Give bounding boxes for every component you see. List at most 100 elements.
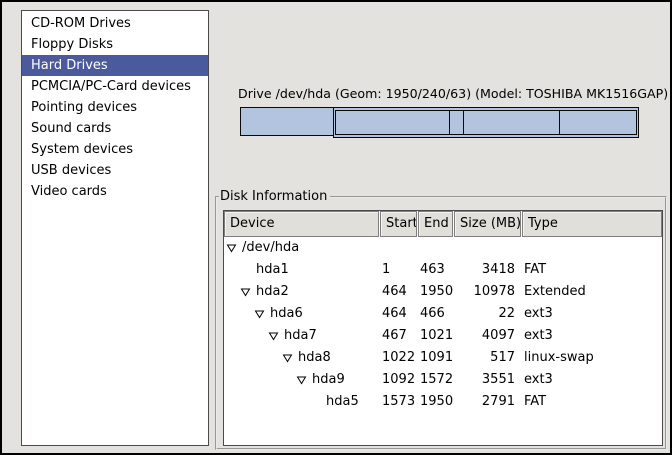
drive-info-label: Drive /dev/hda (Geom: 1950/240/63) (Mode… [238,86,642,101]
tree-indent [226,336,268,337]
end-cell: 1572 [418,369,453,391]
expander-open-icon[interactable] [226,243,242,253]
type-cell: ext3 [522,303,662,325]
device-cell: hda1 [224,259,379,281]
tree-indent [226,270,240,271]
size-cell: 4097 [454,325,521,347]
column-header-end[interactable]: End [418,211,453,237]
expander-open-icon[interactable] [282,353,298,363]
column-header-size[interactable]: Size (MB) [454,211,521,237]
sidebar-item-label: USB devices [31,163,111,178]
table-row-hda6[interactable]: hda6 464 466 22 ext3 [224,303,662,325]
device-cell-label: hda8 [298,347,331,369]
sidebar-item-floppy-disks[interactable]: Floppy Disks [22,34,208,55]
sidebar-item-label: System devices [31,142,133,157]
device-cell-label: hda5 [326,391,359,413]
sidebar-item-label: PCMCIA/PC-Card devices [31,79,191,94]
device-cell-label: hda9 [312,369,345,391]
column-header-start[interactable]: Start [380,211,417,237]
sidebar-item-label: Video cards [31,184,107,199]
type-cell: ext3 [522,325,662,347]
tree-indent [226,314,254,315]
start-cell: 1022 [380,347,417,369]
partition-bar [240,107,639,138]
partition-segment-hda1 [240,107,333,136]
groupbox-title: Disk Information [219,189,330,204]
sidebar-item-pointing-devices[interactable]: Pointing devices [22,97,208,118]
table-row-hda5[interactable]: hda5 1573 1950 2791 FAT [224,391,662,413]
sidebar-item-label: Hard Drives [31,58,108,73]
device-cell-label: hda1 [256,259,289,281]
size-cell [454,237,521,259]
sidebar-item-cd-rom-drives[interactable]: CD-ROM Drives [22,13,208,34]
table-row-hda9[interactable]: hda9 1092 1572 3551 ext3 [224,369,662,391]
type-cell [522,237,662,259]
column-header-type[interactable]: Type [522,211,662,237]
partition-segment-hda9 [464,110,560,135]
tree-indent [226,380,296,381]
sidebar-item-usb-devices[interactable]: USB devices [22,160,208,181]
sidebar-item-pcmcia-pc-card-devices[interactable]: PCMCIA/PC-Card devices [22,76,208,97]
start-cell: 1573 [380,391,417,413]
table-row-dev-hda[interactable]: /dev/hda [224,237,662,259]
table-row-hda2[interactable]: hda2 464 1950 10978 Extended [224,281,662,303]
end-cell: 463 [418,259,453,281]
expander-open-icon[interactable] [240,265,256,275]
start-cell: 464 [380,281,417,303]
partition-segment-hda2 [333,107,639,138]
end-cell: 1091 [418,347,453,369]
device-cell-label: /dev/hda [242,237,299,259]
device-cell: hda6 [224,303,379,325]
sidebar-item-label: CD-ROM Drives [31,16,131,31]
end-cell: 1021 [418,325,453,347]
expander-open-icon[interactable] [254,309,270,319]
type-cell: Extended [522,281,662,303]
device-cell: hda9 [224,369,379,391]
start-cell [380,237,417,259]
expander-open-icon[interactable] [296,375,312,385]
device-cell: hda8 [224,347,379,369]
table-row-hda1[interactable]: hda1 1 463 3418 FAT [224,259,662,281]
device-cell-label: hda2 [256,281,289,303]
sidebar-item-system-devices[interactable]: System devices [22,139,208,160]
table-row-hda8[interactable]: hda8 1022 1091 517 linux-swap [224,347,662,369]
sidebar-item-video-cards[interactable]: Video cards [22,181,208,202]
end-cell: 1950 [418,391,453,413]
end-cell: 1950 [418,281,453,303]
expander-open-icon[interactable] [240,287,256,297]
sidebar-item-label: Floppy Disks [31,37,113,52]
sidebar-item-hard-drives[interactable]: Hard Drives [22,55,208,76]
tree-indent [226,292,240,293]
tree-indent [226,358,282,359]
partition-segment-hda7 [335,110,451,135]
size-cell: 22 [454,303,521,325]
disk-table-body: /dev/hda hda1 1 463 3418 FAT hda2 464 19… [224,237,662,413]
table-header-row: Device Start End Size (MB) Type [224,211,662,237]
device-cell: hda7 [224,325,379,347]
partition-segment-hda8 [450,110,464,135]
column-header-device[interactable]: Device [224,211,379,237]
type-cell: ext3 [522,369,662,391]
hardware-browser-window: CD-ROM Drives Floppy Disks Hard Drives P… [0,0,672,455]
device-cell-label: hda7 [284,325,317,347]
expander-open-icon[interactable] [310,397,326,407]
size-cell: 3551 [454,369,521,391]
device-cell: hda5 [224,391,379,413]
size-cell: 517 [454,347,521,369]
disk-information-groupbox: Disk Information Device Start End Size (… [215,196,667,450]
partition-segment-hda5 [560,110,637,135]
type-cell: linux-swap [522,347,662,369]
size-cell: 3418 [454,259,521,281]
table-row-hda7[interactable]: hda7 467 1021 4097 ext3 [224,325,662,347]
start-cell: 467 [380,325,417,347]
start-cell: 1 [380,259,417,281]
device-category-list: CD-ROM Drives Floppy Disks Hard Drives P… [21,10,209,446]
start-cell: 464 [380,303,417,325]
sidebar-item-sound-cards[interactable]: Sound cards [22,118,208,139]
end-cell [418,237,453,259]
size-cell: 2791 [454,391,521,413]
tree-indent [226,402,310,403]
disk-table: Device Start End Size (MB) Type /dev/hda… [223,210,663,446]
device-cell-label: hda6 [270,303,303,325]
expander-open-icon[interactable] [268,331,284,341]
